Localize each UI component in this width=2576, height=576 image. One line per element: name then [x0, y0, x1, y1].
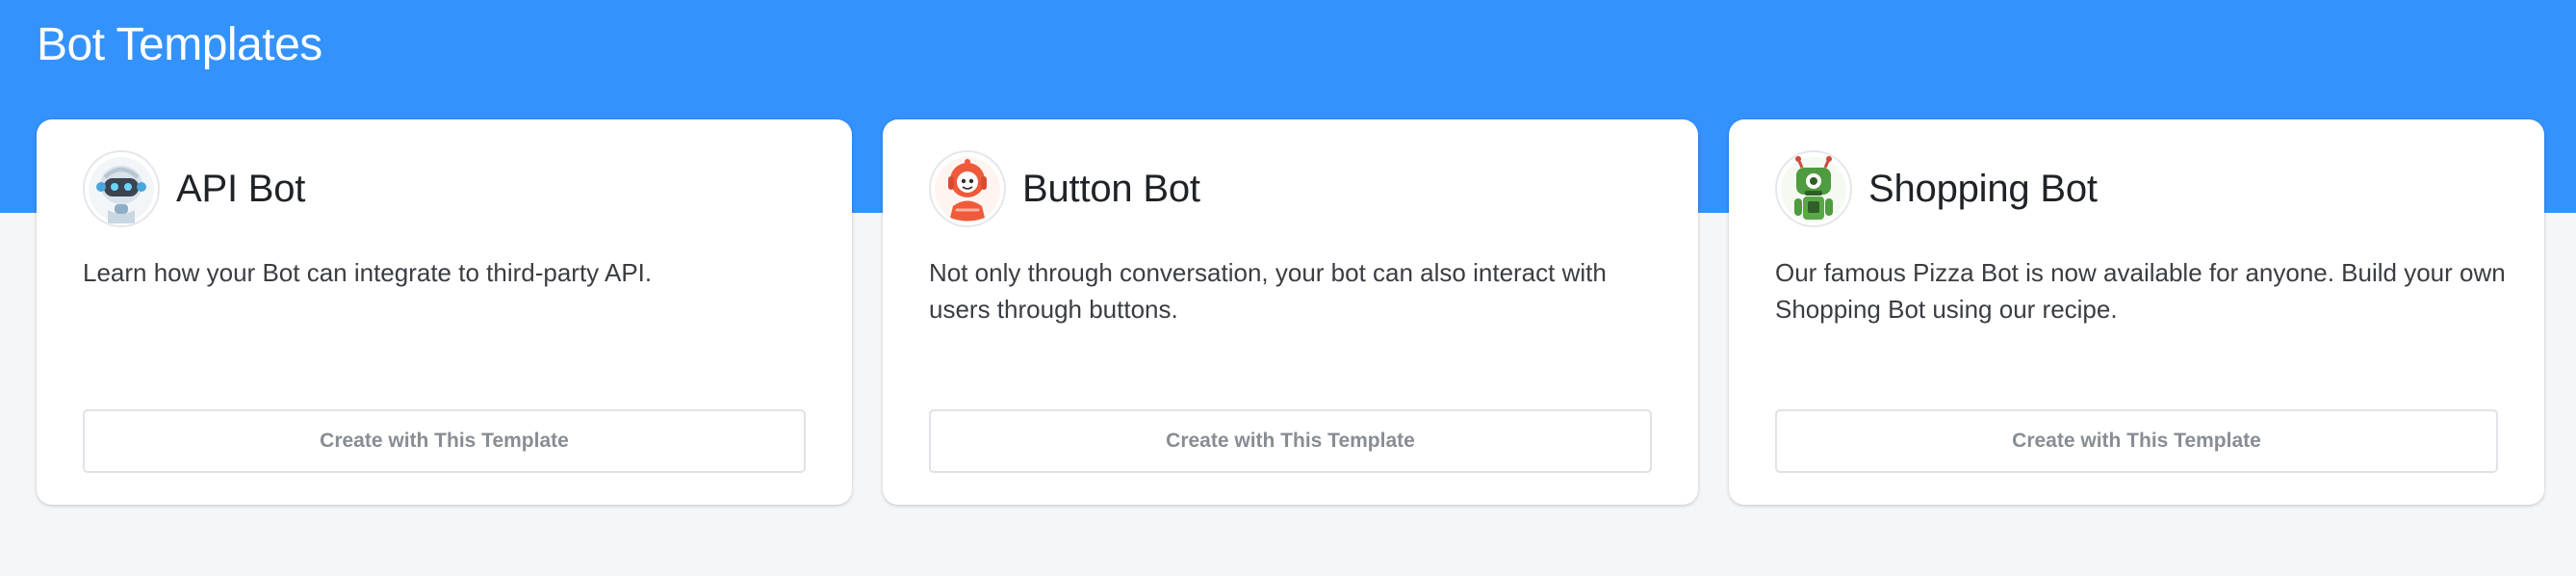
card-header: Button Bot	[929, 150, 1200, 227]
api-robot-icon	[89, 157, 154, 223]
button-robot-icon	[935, 157, 1000, 223]
template-card-shopping-bot: Shopping Bot Our famous Pizza Bot is now…	[1729, 119, 2544, 505]
create-template-button[interactable]: Create with This Template	[1775, 409, 2498, 473]
bot-templates-page: Bot Templates API Bot Learn how your Bot…	[0, 0, 2576, 576]
template-card-api-bot: API Bot Learn how your Bot can integrate…	[37, 119, 852, 505]
button-bot-avatar	[929, 150, 1006, 227]
card-header: API Bot	[83, 150, 305, 227]
card-title: API Bot	[176, 168, 306, 210]
shopping-robot-icon	[1781, 156, 1846, 223]
create-template-button[interactable]: Create with This Template	[929, 409, 1652, 473]
card-header: Shopping Bot	[1775, 150, 2098, 227]
card-title: Shopping Bot	[1868, 168, 2098, 210]
card-description: Not only through conversation, your bot …	[929, 258, 1607, 324]
template-card-button-bot: Button Bot Not only through conversation…	[883, 119, 1698, 505]
card-description: Learn how your Bot can integrate to thir…	[83, 258, 653, 287]
create-template-button[interactable]: Create with This Template	[83, 409, 806, 473]
page-title: Bot Templates	[37, 19, 322, 70]
card-description: Our famous Pizza Bot is now available fo…	[1775, 258, 2506, 324]
card-title: Button Bot	[1022, 168, 1200, 210]
api-bot-avatar	[83, 150, 160, 227]
shopping-bot-avatar	[1775, 150, 1852, 227]
template-card-list: API Bot Learn how your Bot can integrate…	[37, 119, 2545, 505]
